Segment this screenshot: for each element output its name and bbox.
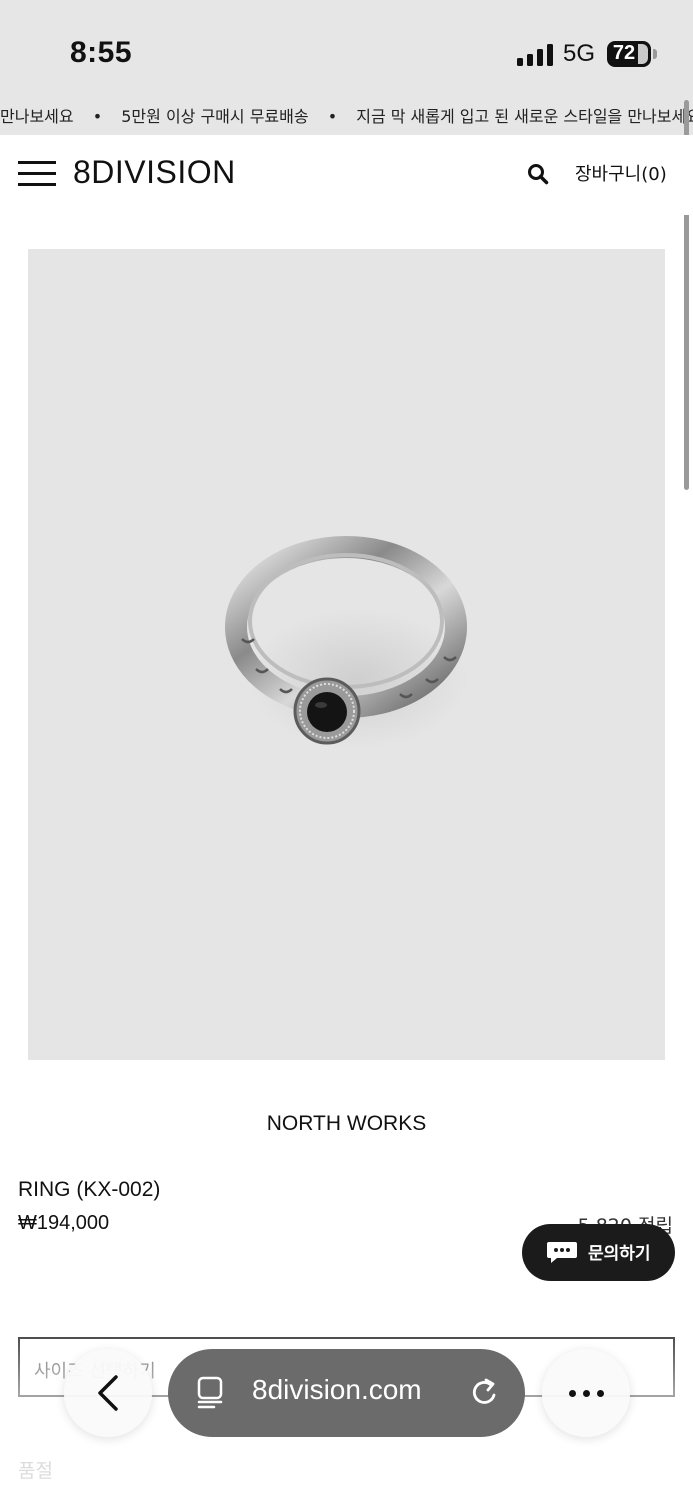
stock-status: 품절 — [18, 1460, 53, 1482]
browser-back-button[interactable] — [64, 1349, 152, 1437]
back-chevron-icon — [98, 1375, 118, 1411]
reload-icon[interactable] — [469, 1376, 501, 1410]
chat-bubble-icon — [547, 1242, 577, 1263]
battery-level: 72 — [612, 42, 636, 64]
product-image[interactable] — [28, 249, 665, 1060]
browser-url-bar[interactable]: 8division.com — [168, 1349, 525, 1437]
marquee-separator: • — [92, 107, 103, 126]
status-bar: 8:55 5G 72 — [0, 0, 693, 95]
marquee-track: 만나보세요 • 5만원 이상 구매시 무료배송 • 지금 막 새롭게 입고 된 … — [0, 103, 693, 127]
ring-image — [225, 536, 468, 749]
chat-label: 문의하기 — [588, 1244, 651, 1264]
site-header: 8DIVISION 장바구니(0) — [0, 135, 693, 215]
page-menu-icon[interactable] — [196, 1376, 226, 1410]
marquee-item: 5만원 이상 구매시 무료배송 — [121, 107, 309, 126]
product-name: RING (KX-002) — [18, 1178, 161, 1201]
more-dot — [569, 1390, 576, 1397]
marquee-item: 지금 막 새롭게 입고 된 새로운 스타일을 만나보세요 — [356, 107, 693, 126]
search-icon[interactable] — [527, 163, 549, 185]
battery-tip — [653, 49, 657, 59]
more-dot — [597, 1390, 604, 1397]
site-logo[interactable]: 8DIVISION — [73, 154, 236, 191]
marquee-item: 만나보세요 — [0, 107, 74, 126]
cart-link[interactable]: 장바구니(0) — [575, 160, 667, 186]
inquiry-chat-button[interactable]: 문의하기 — [522, 1224, 675, 1281]
signal-icon — [517, 44, 553, 66]
product-price: ₩194,000 — [18, 1212, 110, 1234]
announcement-marquee: 만나보세요 • 5만원 이상 구매시 무료배송 • 지금 막 새롭게 입고 된 … — [0, 95, 693, 135]
network-type: 5G — [563, 40, 596, 67]
battery-icon: 72 — [607, 41, 651, 67]
url-text[interactable]: 8division.com — [252, 1374, 422, 1406]
marquee-separator: • — [327, 107, 338, 126]
product-brand[interactable]: NORTH WORKS — [0, 1112, 693, 1136]
menu-icon[interactable] — [18, 161, 56, 187]
more-dot — [583, 1390, 590, 1397]
clock: 8:55 — [70, 36, 133, 69]
browser-more-button[interactable] — [542, 1349, 630, 1437]
